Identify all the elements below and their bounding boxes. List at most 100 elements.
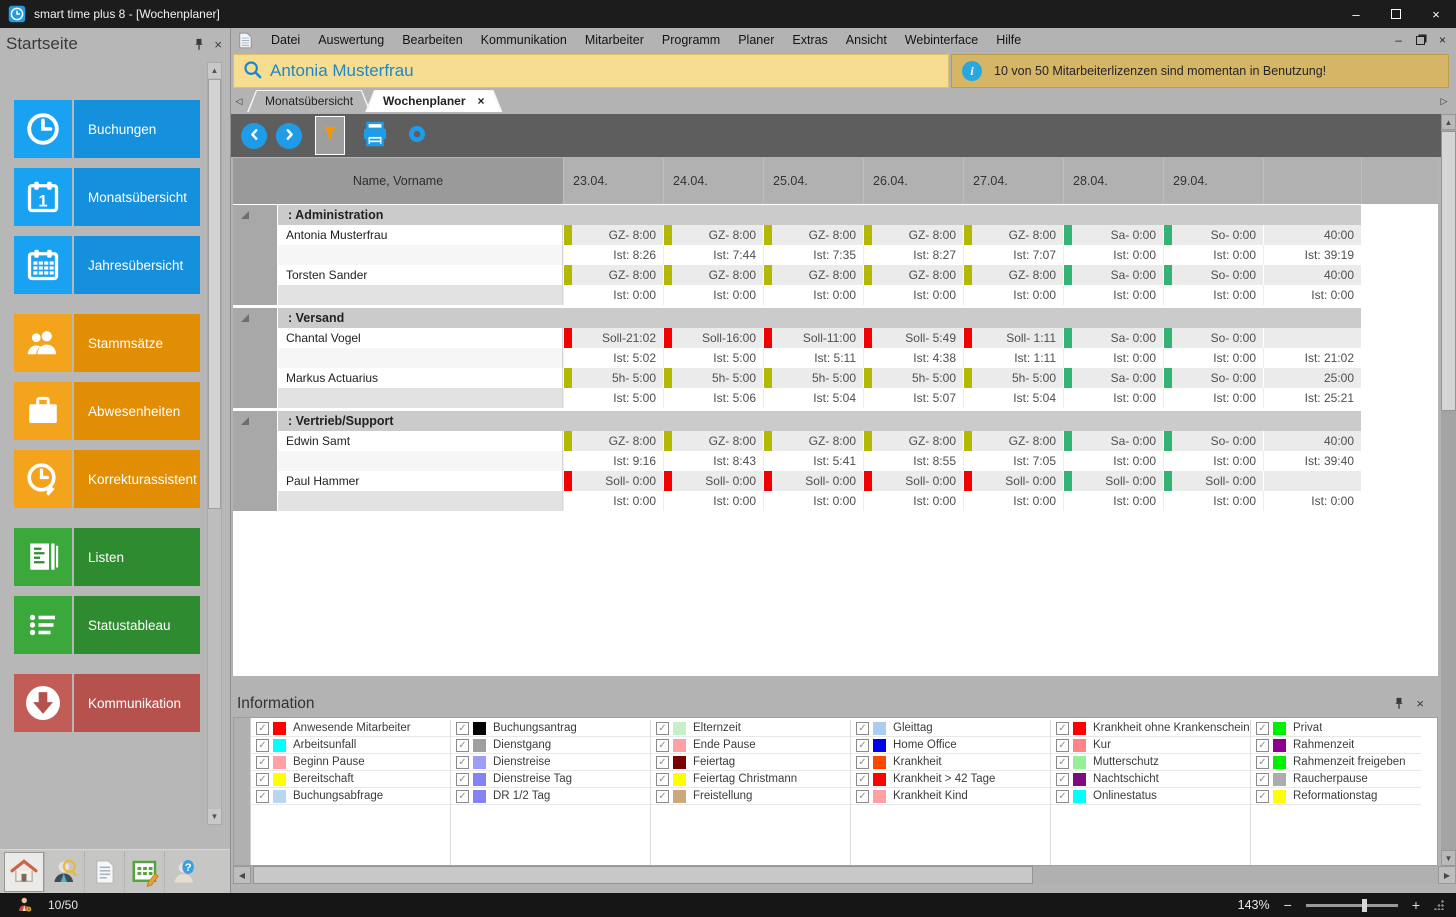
menu-item-mitarbeiter[interactable]: Mitarbeiter	[576, 33, 653, 47]
plan-day-cell[interactable]: So- 0:00	[1163, 265, 1263, 285]
menu-item-auswertung[interactable]: Auswertung	[309, 33, 393, 47]
sidebar-item-buchungen[interactable]: Buchungen	[14, 100, 200, 158]
ist-day-cell[interactable]: Ist: 0:00	[1163, 491, 1263, 511]
tab-wochenplaner[interactable]: Wochenplaner×	[365, 90, 502, 112]
checkbox[interactable]: ✓	[256, 756, 269, 769]
plan-day-cell[interactable]: So- 0:00	[1163, 431, 1263, 451]
column-header-date[interactable]: 23.04.	[563, 158, 663, 204]
ist-day-cell[interactable]: Ist: 0:00	[1163, 245, 1263, 265]
checkbox[interactable]: ✓	[456, 722, 469, 735]
plan-day-cell[interactable]: Soll-21:02	[563, 328, 663, 348]
ist-day-cell[interactable]: Ist: 5:06	[663, 388, 763, 408]
scroll-right-icon[interactable]: ▶	[1438, 866, 1456, 884]
person-name[interactable]: Chantal Vogel	[278, 328, 563, 348]
ist-day-cell[interactable]: Ist: 0:00	[763, 491, 863, 511]
plan-day-cell[interactable]: GZ- 8:00	[763, 225, 863, 245]
ist-day-cell[interactable]: Ist: 5:11	[763, 348, 863, 368]
tab-scroll-right-icon[interactable]: ▷	[1436, 90, 1452, 112]
minimize-icon[interactable]: –	[1336, 0, 1376, 28]
plan-day-cell[interactable]: GZ- 8:00	[863, 431, 963, 451]
plan-day-cell[interactable]: Soll-11:00	[763, 328, 863, 348]
close-icon[interactable]: ×	[1416, 696, 1424, 711]
plan-day-cell[interactable]: GZ- 8:00	[563, 225, 663, 245]
ist-day-cell[interactable]: Ist: 8:27	[863, 245, 963, 265]
ist-day-cell[interactable]: Ist: 0:00	[563, 285, 663, 305]
plan-day-cell[interactable]: GZ- 8:00	[863, 265, 963, 285]
tab-close-icon[interactable]: ×	[478, 94, 485, 108]
checkbox[interactable]: ✓	[856, 739, 869, 752]
checkbox[interactable]: ✓	[1056, 722, 1069, 735]
home-icon[interactable]	[4, 852, 44, 892]
plan-day-cell[interactable]: So- 0:00	[1163, 368, 1263, 388]
ist-day-cell[interactable]: Ist: 0:00	[1063, 348, 1163, 368]
plan-day-cell[interactable]: 5h- 5:00	[563, 368, 663, 388]
sidebar-item-abwesenheiten[interactable]: Abwesenheiten	[14, 382, 200, 440]
scrollbar-thumb[interactable]	[253, 866, 1033, 884]
column-header-date[interactable]: 25.04.	[763, 158, 863, 204]
menu-item-webinterface[interactable]: Webinterface	[896, 33, 987, 47]
plan-day-cell[interactable]: Soll- 0:00	[1063, 471, 1163, 491]
plan-day-cell[interactable]: 5h- 5:00	[963, 368, 1063, 388]
menu-item-hilfe[interactable]: Hilfe	[987, 33, 1030, 47]
checkbox[interactable]: ✓	[1056, 739, 1069, 752]
checkbox[interactable]: ✓	[656, 773, 669, 786]
checkbox[interactable]: ✓	[456, 739, 469, 752]
plan-day-cell[interactable]: Soll- 0:00	[863, 471, 963, 491]
column-header-name[interactable]: Name, Vorname	[233, 158, 563, 204]
vertical-scrollbar[interactable]: ▲ ▼	[1441, 114, 1456, 866]
checkbox[interactable]: ✓	[1056, 773, 1069, 786]
menu-item-kommunikation[interactable]: Kommunikation	[472, 33, 576, 47]
column-header-date[interactable]: 27.04.	[963, 158, 1063, 204]
person-name[interactable]: Markus Actuarius	[278, 368, 563, 388]
checkbox[interactable]: ✓	[1256, 722, 1269, 735]
ist-day-cell[interactable]: Ist: 7:05	[963, 451, 1063, 471]
plan-day-cell[interactable]: GZ- 8:00	[663, 431, 763, 451]
menu-item-planer[interactable]: Planer	[729, 33, 783, 47]
plan-day-cell[interactable]: 5h- 5:00	[663, 368, 763, 388]
nav-forward-button[interactable]	[276, 123, 302, 149]
group-expander[interactable]	[233, 205, 278, 305]
ist-day-cell[interactable]: Ist: 9:16	[563, 451, 663, 471]
checkbox[interactable]: ✓	[856, 722, 869, 735]
column-header-date[interactable]: 29.04.	[1163, 158, 1263, 204]
plan-day-cell[interactable]: GZ- 8:00	[663, 265, 763, 285]
plan-day-cell[interactable]: Soll- 5:49	[863, 328, 963, 348]
column-header-date[interactable]: 26.04.	[863, 158, 963, 204]
sidebar-scrollbar[interactable]: ▲ ▼	[207, 62, 222, 825]
horizontal-scrollbar[interactable]: ◀ ▶	[233, 866, 1456, 884]
ist-day-cell[interactable]: Ist: 5:04	[963, 388, 1063, 408]
group-expander[interactable]	[233, 308, 278, 408]
scroll-down-icon[interactable]: ▼	[208, 809, 221, 824]
scroll-up-icon[interactable]: ▲	[1441, 114, 1456, 130]
mdi-close-icon[interactable]: ×	[1439, 33, 1446, 47]
group-expander[interactable]	[233, 411, 278, 511]
plan-day-cell[interactable]: Soll- 0:00	[563, 471, 663, 491]
plan-day-cell[interactable]: GZ- 8:00	[863, 225, 963, 245]
plan-day-cell[interactable]: GZ- 8:00	[763, 431, 863, 451]
checkbox[interactable]: ✓	[456, 790, 469, 803]
plan-day-cell[interactable]: Soll- 0:00	[1163, 471, 1263, 491]
ist-day-cell[interactable]: Ist: 8:43	[663, 451, 763, 471]
person-name[interactable]: Antonia Musterfrau	[278, 225, 563, 245]
resize-grip[interactable]	[1434, 900, 1444, 910]
ist-day-cell[interactable]: Ist: 0:00	[1063, 491, 1163, 511]
ist-day-cell[interactable]: Ist: 4:38	[863, 348, 963, 368]
checkbox[interactable]: ✓	[256, 722, 269, 735]
ist-day-cell[interactable]: Ist: 0:00	[1063, 245, 1163, 265]
ist-day-cell[interactable]: Ist: 5:41	[763, 451, 863, 471]
group-title[interactable]: : Versand	[278, 308, 1361, 328]
plan-day-cell[interactable]: Soll- 0:00	[763, 471, 863, 491]
person-name[interactable]: Torsten Sander	[278, 265, 563, 285]
plan-day-cell[interactable]: Sa- 0:00	[1063, 368, 1163, 388]
ist-day-cell[interactable]: Ist: 0:00	[963, 285, 1063, 305]
document-icon[interactable]	[84, 852, 124, 892]
close-icon[interactable]: ×	[214, 37, 222, 52]
mdi-minimize-icon[interactable]: –	[1395, 33, 1402, 47]
plan-day-cell[interactable]: Soll- 0:00	[963, 471, 1063, 491]
employee-search-field[interactable]: Antonia Musterfrau	[233, 54, 949, 88]
plan-day-cell[interactable]: Sa- 0:00	[1063, 225, 1163, 245]
checkbox[interactable]: ✓	[256, 773, 269, 786]
ist-day-cell[interactable]: Ist: 0:00	[863, 285, 963, 305]
ist-day-cell[interactable]: Ist: 0:00	[1163, 348, 1263, 368]
ist-day-cell[interactable]: Ist: 1:11	[963, 348, 1063, 368]
